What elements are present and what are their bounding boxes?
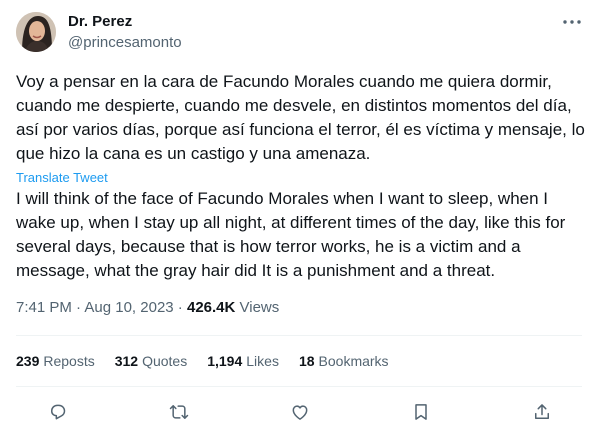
stat-count: 18: [298, 353, 315, 369]
views-label: Views: [235, 299, 280, 316]
author-handle[interactable]: @princesamonto: [68, 33, 182, 53]
stat-quotes[interactable]: 312 Quotes: [115, 351, 188, 371]
stat-count: 239: [16, 353, 40, 369]
repost-button[interactable]: [165, 398, 193, 426]
bookmark-icon: [415, 404, 427, 420]
translate-tweet-link[interactable]: Translate Tweet: [16, 170, 108, 186]
stat-label: Quotes: [142, 353, 188, 369]
tweet-card: Dr. Perez @princesamonto Voy a pensar en…: [0, 0, 598, 435]
engagement-stats: 239 Reposts 312 Quotes 1,194 Likes 18 Bookma…: [16, 351, 409, 371]
meta-separator: ·: [173, 299, 187, 316]
divider: [16, 335, 582, 336]
stat-count: 1,194: [207, 353, 243, 369]
like-icon: [292, 405, 308, 420]
repost-icon: [169, 405, 189, 419]
author-name[interactable]: Dr. Perez: [68, 12, 132, 32]
tweet-time[interactable]: 7:41 PM: [16, 299, 72, 316]
stat-label: Bookmarks: [318, 353, 389, 369]
like-button[interactable]: [286, 398, 314, 426]
stat-label: Reposts: [43, 353, 95, 369]
share-icon: [535, 404, 549, 419]
views-count: 426.4K: [186, 299, 236, 316]
avatar[interactable]: [16, 12, 56, 52]
reply-button[interactable]: [44, 398, 72, 426]
bookmark-button[interactable]: [407, 398, 435, 426]
stat-count: 312: [114, 353, 139, 369]
meta-separator: ·: [71, 299, 85, 316]
more-options-icon[interactable]: [560, 12, 584, 32]
stat-bookmarks[interactable]: 18 Bookmarks: [299, 351, 389, 371]
stat-label: Likes: [246, 353, 279, 369]
reply-icon: [51, 404, 66, 420]
share-button[interactable]: [528, 398, 556, 426]
stat-reposts[interactable]: 239 Reposts: [16, 351, 95, 371]
tweet-text-translated: I will think of the face of Facundo Mora…: [16, 189, 566, 280]
avatar-image: [16, 12, 56, 52]
action-bar: [44, 398, 556, 426]
tweet-meta: 7:41 PM · Aug 10, 2023 · 426.4K Views: [16, 298, 279, 318]
tweet-date[interactable]: Aug 10, 2023: [84, 299, 173, 316]
stat-likes[interactable]: 1,194 Likes: [207, 351, 279, 371]
tweet-text-original: Voy a pensar en la cara de Facundo Moral…: [16, 72, 585, 163]
divider: [16, 386, 582, 387]
